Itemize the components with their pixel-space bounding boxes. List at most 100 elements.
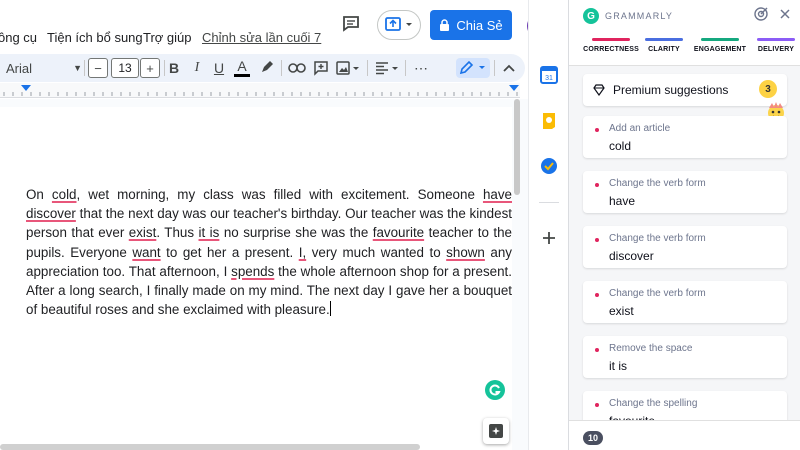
goals-target-icon[interactable]	[753, 6, 769, 22]
ruler-ticks	[3, 92, 518, 96]
more-options-button[interactable]: ⋯	[411, 58, 431, 78]
document-body[interactable]: On cold, wet morning, my class was fille…	[26, 185, 512, 319]
side-panel-strip: 31	[528, 0, 568, 450]
keep-icon[interactable]	[540, 112, 558, 130]
premium-suggestions-card[interactable]: Premium suggestions	[583, 74, 787, 106]
flagged-word[interactable]: cold	[52, 187, 77, 202]
diamond-icon	[593, 84, 605, 96]
horizontal-scrollbar[interactable]	[0, 444, 420, 450]
total-alerts-badge[interactable]: 10	[583, 431, 603, 445]
strip-divider	[539, 202, 559, 203]
menu-tools[interactable]: ông cụ	[0, 30, 37, 45]
tab-delivery[interactable]: DELIVERY	[753, 38, 799, 53]
italic-button[interactable]: I	[189, 58, 205, 78]
ruler[interactable]	[0, 83, 520, 98]
align-left-icon	[376, 62, 398, 75]
calendar-icon[interactable]: 31	[540, 66, 558, 84]
tasks-icon[interactable]	[540, 157, 558, 175]
pencil-icon	[459, 60, 485, 75]
flagged-word[interactable]: discover	[26, 206, 76, 221]
menu-bar: ông cụ Tiện ích bổ sung Trợ giúp Chỉnh s…	[0, 0, 568, 50]
flagged-word[interactable]: favourite	[373, 225, 424, 240]
toolbar-divider	[164, 60, 165, 76]
toolbar-divider	[494, 60, 495, 76]
grammarly-floating-button[interactable]	[485, 380, 505, 400]
tab-clarity[interactable]: CLARITY	[641, 38, 687, 53]
last-edit-link[interactable]: Chỉnh sửa lần cuối 7	[202, 30, 321, 45]
tab-engagement-label: ENGAGEMENT	[693, 46, 747, 53]
insert-comment-button[interactable]	[311, 58, 331, 78]
explore-button[interactable]	[483, 418, 509, 444]
grammarly-brand: GRAMMARLY	[605, 11, 674, 21]
flagged-word[interactable]: it is	[199, 225, 220, 240]
engagement-bar	[701, 38, 739, 41]
tab-correctness-label: CORRECTNESS	[583, 46, 639, 53]
correctness-bar	[592, 38, 630, 41]
insert-link-button[interactable]	[287, 58, 307, 78]
comment-history-button[interactable]	[341, 14, 361, 34]
flagged-word[interactable]: have	[483, 187, 512, 202]
flagged-word[interactable]: want	[132, 245, 160, 260]
text-run: very much wanted to	[306, 244, 447, 260]
flagged-word[interactable]: shown	[446, 245, 485, 260]
vertical-scrollbar[interactable]	[514, 99, 520, 195]
insert-image-button[interactable]	[335, 58, 361, 78]
suggestion-title: Remove the space	[609, 343, 693, 354]
delivery-bar	[757, 38, 795, 41]
font-size-decrease-button[interactable]: −	[88, 58, 108, 78]
suggestion-title: Change the verb form	[609, 233, 706, 244]
tab-engagement[interactable]: ENGAGEMENT	[693, 38, 747, 53]
suggestion-card[interactable]: Change the verb form have	[583, 171, 787, 213]
collapse-toolbar-button[interactable]	[499, 58, 519, 78]
toolbar-divider	[405, 60, 406, 76]
image-icon	[336, 61, 359, 75]
suggestion-word: it is	[609, 359, 627, 373]
clarity-bar	[645, 38, 683, 41]
flagged-word[interactable]: spends	[231, 264, 274, 279]
text-run: On	[26, 187, 52, 202]
add-comment-icon	[314, 61, 328, 76]
suggestion-title: Change the verb form	[609, 178, 706, 189]
text-color-button[interactable]: A	[233, 58, 251, 78]
left-indent-marker-icon[interactable]	[20, 84, 32, 94]
suggestion-word: have	[609, 194, 636, 208]
right-indent-marker-icon[interactable]	[508, 84, 520, 94]
suggestion-word: cold	[609, 139, 632, 153]
grammarly-g-icon	[489, 384, 501, 396]
correctness-dot-icon	[595, 293, 599, 297]
menu-extensions[interactable]: Tiện ích bổ sung	[47, 30, 143, 45]
menu-help[interactable]: Trợ giúp	[143, 30, 192, 45]
present-icon	[385, 17, 412, 31]
suggestion-title: Change the verb form	[609, 288, 706, 299]
font-size-increase-button[interactable]: +	[140, 58, 160, 78]
tab-clarity-label: CLARITY	[648, 46, 680, 53]
flagged-word[interactable]: exist	[129, 225, 157, 240]
align-button[interactable]	[373, 58, 401, 78]
suggestion-card[interactable]: Remove the space it is	[583, 336, 787, 378]
suggestion-card[interactable]: Change the verb form exist	[583, 281, 787, 323]
suggestion-card[interactable]: Change the verb form discover	[583, 226, 787, 268]
correctness-dot-icon	[595, 348, 599, 352]
add-addon-icon[interactable]	[540, 229, 558, 247]
text-cursor	[329, 301, 332, 317]
svg-text:31: 31	[545, 75, 553, 82]
document-page[interactable]: On cold, wet morning, my class was fille…	[0, 107, 512, 450]
present-button[interactable]	[377, 10, 421, 40]
font-size-input[interactable]: 13	[111, 58, 139, 78]
share-button[interactable]: Chia Sẻ	[430, 10, 512, 40]
bold-button[interactable]: B	[166, 58, 182, 78]
suggestion-card[interactable]: Add an article cold	[583, 116, 787, 158]
tab-correctness[interactable]: CORRECTNESS	[583, 38, 639, 53]
close-icon[interactable]	[779, 8, 791, 20]
correctness-dot-icon	[595, 183, 599, 187]
document-canvas[interactable]: On cold, wet morning, my class was fille…	[0, 99, 528, 450]
suggestion-word: exist	[609, 304, 634, 318]
underline-button[interactable]: U	[211, 58, 227, 78]
highlight-button[interactable]	[257, 58, 277, 78]
tab-delivery-label: DELIVERY	[757, 46, 795, 53]
grammarly-panel: G GRAMMARLY CORRECTNESS CLARITY ENGAGEME…	[568, 0, 800, 450]
editing-mode-button[interactable]	[456, 58, 490, 78]
correctness-dot-icon	[595, 403, 599, 407]
font-name: Arial	[6, 60, 33, 76]
font-select[interactable]: Arial ▼	[6, 58, 82, 78]
